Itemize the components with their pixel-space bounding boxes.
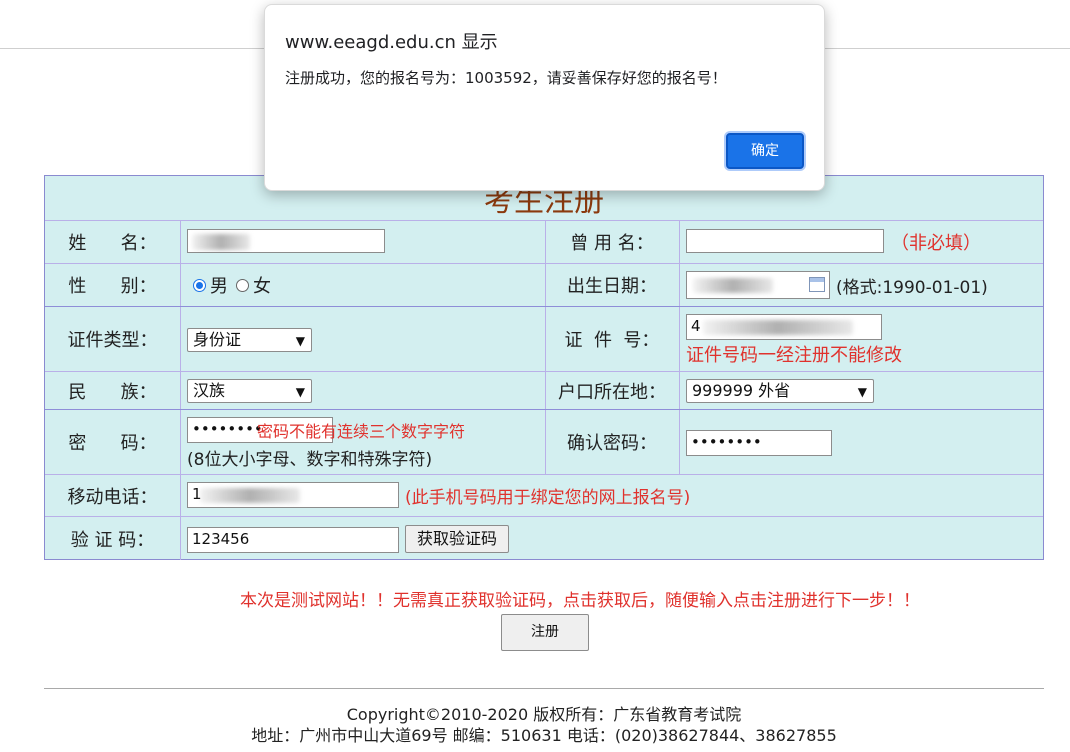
phone-note: (此手机号码用于绑定您的网上报名号) [405,488,691,508]
code-label: 验 证 码： [70,529,155,551]
hukou-select[interactable]: 999999 外省 ▼ [686,379,874,403]
id-number-note: 证件号码一经注册不能修改 [686,345,902,366]
gender-label: 性 别： [68,276,157,297]
ethnic-select[interactable]: 汉族 ▼ [187,379,312,403]
hukou-label: 户口所在地： [558,381,666,403]
gender-female-label: 女 [253,276,271,297]
chevron-down-icon: ▼ [295,334,305,348]
password-label: 密 码： [68,433,157,454]
gender-male-label: 男 [210,276,228,297]
form-row-id: 证件类型： 身份证 ▼ 证 件 号： 4 证件号码一经注册不能修改 [45,306,1043,371]
dialog-title: www.eeagd.edu.cn 显示 [285,32,498,53]
id-type-label: 证件类型： [67,330,158,351]
gender-female-radio[interactable] [236,278,249,292]
name-label: 姓 名： [68,233,157,254]
chevron-down-icon: ▼ [295,385,305,399]
id-number-input[interactable]: 4 [686,314,882,340]
phone-input[interactable]: 1 [187,482,399,508]
form-row-code: 验 证 码： 123456 获取验证码 [45,516,1043,560]
id-type-select[interactable]: 身份证 ▼ [187,328,312,352]
form-row-name: 姓 名： 曾 用 名： （非必填） [45,220,1043,263]
chevron-down-icon: ▼ [857,385,867,399]
gender-options: 男 女 [193,264,271,306]
id-number-label: 证 件 号： [564,330,660,351]
dialog-ok-button[interactable]: 确定 [726,133,804,169]
form-row-password: 密 码： •••••••• 密码不能有连续三个数字字符 (8位大小字母、数字和特… [45,409,1043,474]
test-site-notice: 本次是测试网站！！无需真正获取验证码，点击获取后，随便输入点击注册进行下一步！！ [240,591,920,611]
confirm-password-input[interactable]: •••••••• [686,430,832,456]
verification-code-input[interactable]: 123456 [187,527,399,553]
register-button[interactable]: 注册 [501,614,589,651]
former-name-input[interactable] [686,229,884,253]
form-row-gender: 性 别： 男 女 出生日期： (格式:1990-01-01) [45,263,1043,306]
alert-dialog: www.eeagd.edu.cn 显示 注册成功，您的报名号为：1003592，… [264,4,825,191]
former-name-note: （非必填） [891,233,981,254]
calendar-icon[interactable] [809,277,825,292]
phone-label: 移动电话： [67,486,158,508]
get-code-button[interactable]: 获取验证码 [405,525,509,553]
form-row-ethnic: 民 族： 汉族 ▼ 户口所在地： 999999 外省 ▼ [45,371,1043,409]
confirm-password-label: 确认密码： [567,433,657,454]
birth-date-input[interactable] [686,271,830,299]
gender-male-radio[interactable] [193,278,206,292]
footer-divider [44,688,1044,689]
password-warning: 密码不能有连续三个数字字符 [257,422,466,441]
former-name-label: 曾 用 名： [570,233,654,254]
birth-format-hint: (格式:1990-01-01) [836,277,988,298]
ethnic-label: 民 族： [68,381,157,403]
dialog-message: 注册成功，您的报名号为：1003592，请妥善保存好您的报名号！ [285,69,727,87]
birth-label: 出生日期： [567,276,657,297]
footer-address: 地址：广州市中山大道69号 邮编：510631 电话：(020)38627844… [251,726,837,745]
registration-form: 考生注册 姓 名： 曾 用 名： （非必填） 性 别： 男 女 出生日期： (格… [44,175,1044,560]
name-input[interactable] [187,229,385,253]
password-rule-hint: (8位大小字母、数字和特殊字符) [187,449,433,470]
form-row-phone: 移动电话： 1 (此手机号码用于绑定您的网上报名号) [45,474,1043,516]
